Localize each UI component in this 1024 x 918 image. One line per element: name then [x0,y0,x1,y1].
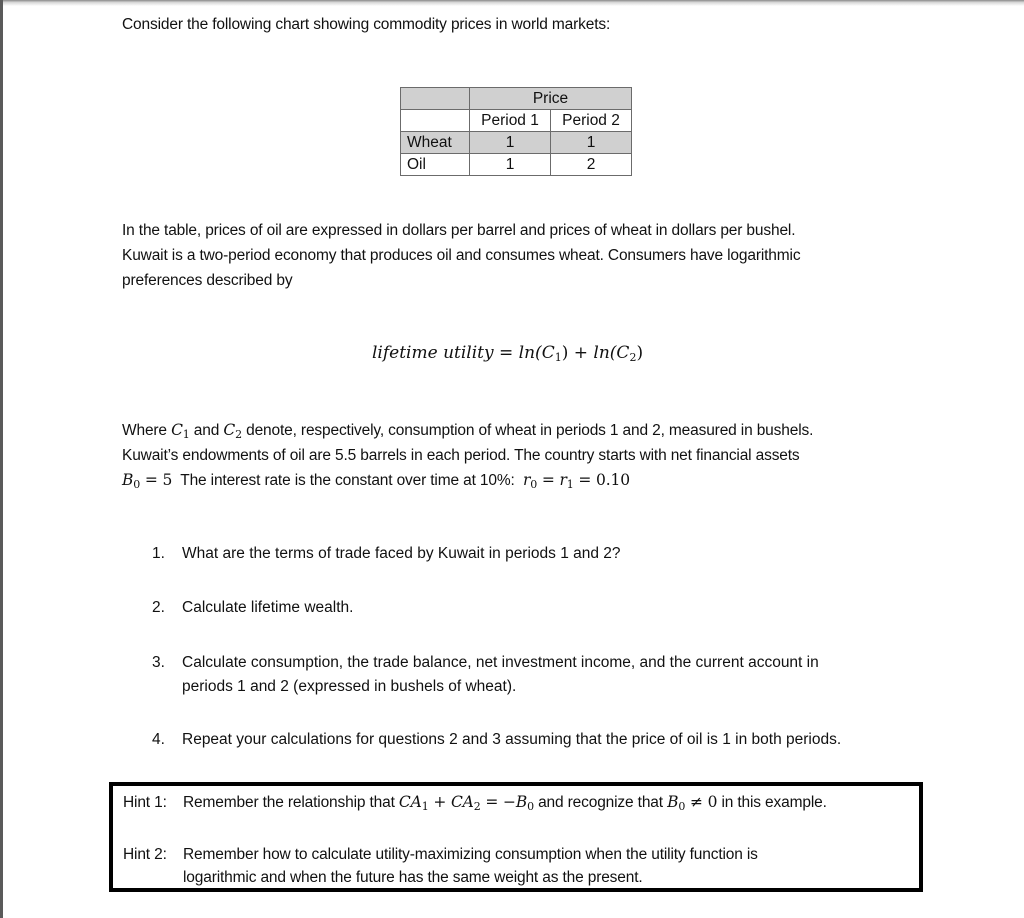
hint-text-continued: logarithmic and when the future has the … [183,869,643,886]
variable-r1: r1 [559,471,574,491]
formula-equals: = [493,343,519,363]
question-text-continued: periods 1 and 2 (expressed in bushels of… [182,678,517,695]
text-span: in this example. [717,794,827,811]
equals-minus-sign: = − [480,793,516,811]
utility-formula: lifetime utility = ln(C1) + ln(C2) [372,343,643,363]
variable-symbol: C [223,421,236,439]
question-text: Calculate lifetime wealth. [182,599,354,616]
b0-value: = 5 [140,471,173,489]
question-text: Repeat your calculations for questions 2… [182,731,842,748]
variable-symbol: B [667,793,679,811]
variable-symbol: C [171,421,183,439]
hint-label: Hint 2: [123,846,167,863]
paragraph-2-line-3: B0 = 5 The interest rate is the constant… [122,468,813,493]
formula-lhs: lifetime utility [372,343,494,363]
variable-symbol: r [559,471,567,489]
variable-subscript: 0 [527,800,534,813]
question-number: 3. [152,654,165,671]
price-table-corner-cell [400,87,470,110]
price-table-header-row: Price [400,87,632,110]
price-table: Price Period 1 Period 2 Wheat 1 1 Oil 1 … [400,87,632,176]
page-top-edge [0,0,1024,6]
formula-term-1: ln(C [518,343,555,363]
variable-symbol: CA [450,793,474,811]
question-text: What are the terms of trade faced by Kuw… [182,545,621,562]
interest-rate-value: = 0.10 [573,471,630,489]
price-table-empty-cell [400,109,470,132]
variable-subscript: 2 [235,428,242,441]
price-table-cell: 2 [550,153,632,176]
paragraph-2: Where C1 and C2 denote, respectively, co… [122,418,813,493]
text-span: Where [122,422,172,439]
price-table-subheader-row: Period 1 Period 2 [400,109,632,132]
hint-2: Hint 2: Remember how to calculate utility… [123,843,758,889]
price-table-cell: 1 [469,153,551,176]
question-3: 3. Calculate consumption, the trade balan… [152,651,819,699]
hint-box: Hint 1: Remember the relationship that CA… [109,782,923,892]
question-1: 1. What are the terms of trade faced by K… [152,542,621,566]
question-number: 2. [152,599,165,616]
price-table-column-header: Period 2 [550,109,632,132]
variable-b0: B0 [122,471,140,490]
price-table-group-header: Price [469,87,632,110]
formula-term-2-close: ) [636,343,644,363]
variable-subscript: 1 [566,478,574,491]
variable-subscript: 1 [182,428,190,441]
plus-sign: + [428,793,451,811]
question-text: Calculate consumption, the trade balance… [182,654,819,671]
variable-symbol: CA [398,793,422,811]
not-equal-zero: ≠ 0 [685,793,718,811]
text-span: denote, respectively, consumption of whe… [241,422,814,439]
hint-text: Remember how to calculate utility-maximi… [183,846,758,863]
variable-ca2: CA2 [450,793,481,813]
variable-c1: C1 [171,421,190,441]
variable-subscript: 1 [421,800,429,813]
paragraph-2-line-2: Kuwait’s endowments of oil are 5.5 barre… [122,447,800,464]
price-table-cell: 1 [469,131,551,154]
paragraph-2-line-1: Where C1 and C2 denote, respectively, co… [122,418,813,443]
variable-symbol: B [122,471,134,489]
variable-b0: B0 [515,793,534,813]
text-span: The interest rate is the constant over t… [172,472,523,489]
variable-subscript: 2 [473,800,481,813]
hint-label: Hint 1: [123,794,167,811]
price-table-cell: 1 [550,131,632,154]
variable-ca1: CA1 [398,793,429,813]
paragraph-1: In the table, prices of oil are expresse… [122,218,801,293]
text-span: Remember the relationship that [183,794,399,811]
variable-b0: B0 [667,793,685,812]
price-table-row-oil: Oil 1 2 [400,153,632,176]
question-number: 1. [152,545,165,562]
page-left-edge [0,0,3,918]
paragraph-1-line: Kuwait is a two-period economy that prod… [122,247,801,264]
question-4: 4. Repeat your calculations for questions… [152,728,841,752]
hint-1: Hint 1: Remember the relationship that CA… [123,791,827,814]
formula-term-1-subscript: 1 [554,351,562,364]
formula-plus: + [568,343,594,363]
question-number: 4. [152,731,165,748]
variable-symbol: B [515,793,528,811]
intro-text: Consider the following chart showing com… [122,16,611,33]
variable-c2: C2 [223,421,242,441]
paragraph-1-line: preferences described by [122,272,293,289]
equals-sign: = [537,471,560,489]
text-span: and [189,422,224,439]
text-span: and recognize that [533,794,668,811]
price-table-row-wheat: Wheat 1 1 [400,131,632,154]
paragraph-1-line: In the table, prices of oil are expresse… [122,222,796,239]
variable-r0: r0 [523,471,537,490]
price-table-row-label: Oil [400,153,470,176]
formula-term-2: ln(C [593,343,630,363]
question-2: 2. Calculate lifetime wealth. [152,596,353,620]
price-table-row-label: Wheat [400,131,470,154]
price-table-column-header: Period 1 [469,109,551,132]
